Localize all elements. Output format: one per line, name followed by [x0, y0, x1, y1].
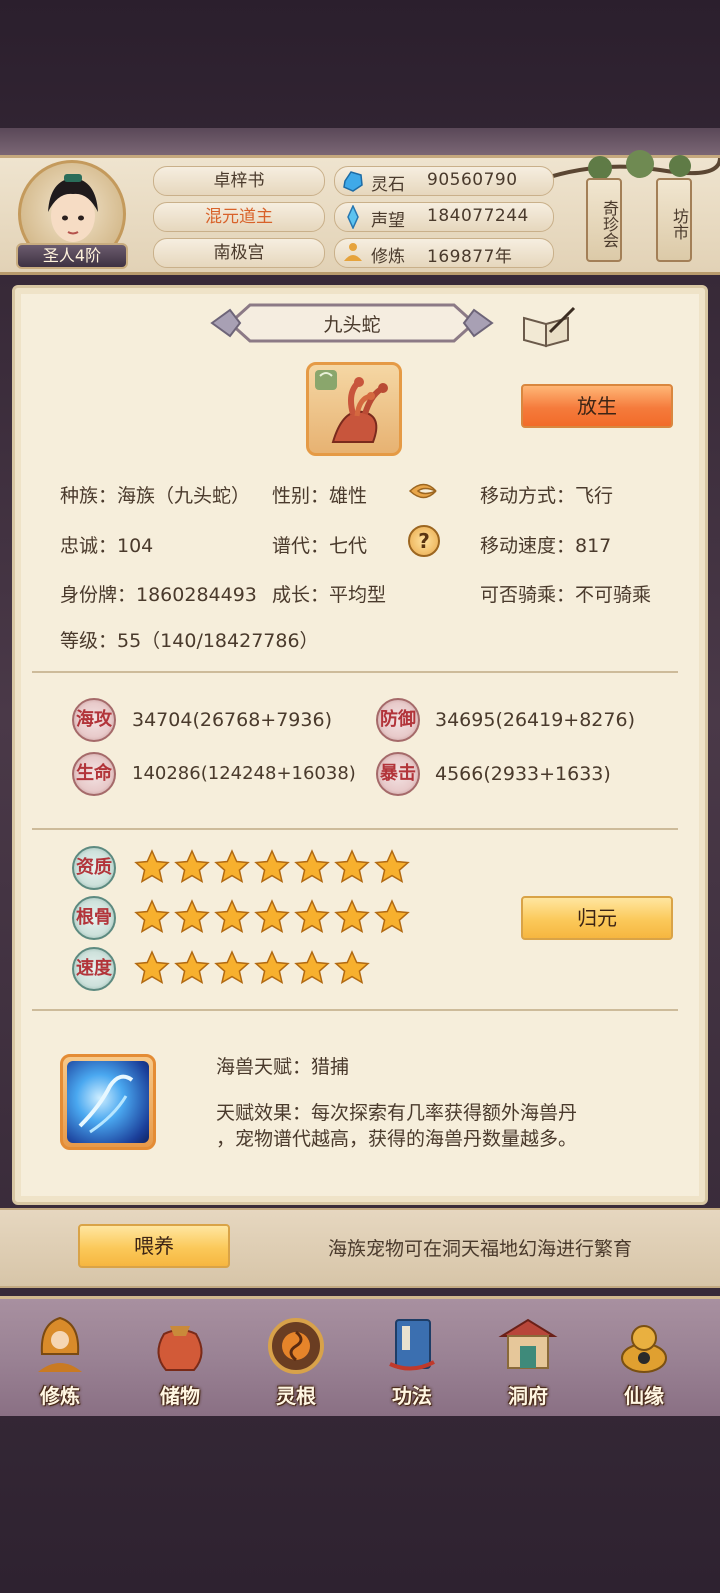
avatar-portrait-icon — [48, 174, 98, 242]
resource-reputation: 声望 184077244 — [334, 202, 554, 232]
pet-loyalty: 忠诚：104 — [60, 535, 154, 557]
gender-swap-icon[interactable] — [406, 476, 440, 506]
aptitude-badge: 资质 — [72, 846, 116, 890]
player-title: 混元道主 — [153, 202, 325, 232]
hunt-swirl-icon — [78, 1074, 134, 1134]
stat-value: 140286(124248+16038) — [132, 763, 356, 784]
cave-mansion-icon — [498, 1318, 558, 1369]
market-button[interactable]: 坊市 — [656, 178, 692, 262]
divider — [32, 828, 678, 830]
feed-button[interactable]: 喂养 — [78, 1224, 230, 1268]
divider — [32, 671, 678, 673]
stat-value: 4566(2933+1633) — [435, 763, 611, 785]
stat-badge: 暴击 — [376, 752, 420, 796]
nav-spirit-root[interactable]: 灵根 — [240, 1296, 352, 1416]
storage-bag-icon — [157, 1326, 203, 1371]
nav-label: 仙缘 — [624, 1384, 664, 1408]
star-icon — [174, 849, 210, 884]
nav-technique[interactable]: 功法 — [356, 1296, 468, 1416]
stat-badge: 防御 — [376, 698, 420, 742]
cultivate-icon — [38, 1316, 82, 1372]
star-icon — [134, 899, 170, 934]
pet-handbook-icon[interactable] — [520, 306, 576, 348]
pet-name: 九头蛇 — [323, 314, 381, 336]
stat-badge: 海攻 — [72, 698, 116, 742]
stat-value: 34704(26768+7936) — [132, 709, 332, 731]
player-sect: 南极宫 — [153, 238, 325, 268]
pet-id-card: 身份牌：1860284493 — [60, 584, 257, 606]
rank-badge: 圣人4阶 — [16, 243, 128, 269]
nav-label: 洞府 — [508, 1384, 548, 1408]
stat-badge: 生命 — [72, 752, 116, 796]
pet-species: 种族：海族（九头蛇） — [60, 485, 251, 507]
nav-label: 灵根 — [276, 1384, 316, 1408]
star-icon — [294, 950, 330, 985]
talent-effect-line1: 天赋效果：每次探索有几率获得额外海兽丹 — [216, 1102, 578, 1124]
star-icon — [214, 950, 250, 985]
breeding-note: 海族宠物可在洞天福地幻海进行繁育 — [328, 1238, 633, 1260]
aptitude-badge: 速度 — [72, 947, 116, 991]
stat-value: 34695(26419+8276) — [435, 709, 635, 731]
star-icon — [214, 849, 250, 884]
talent-name: 海兽天赋：猎捕 — [216, 1056, 350, 1078]
pet-gender: 性别：雄性 — [272, 485, 368, 507]
star-icon — [254, 950, 290, 985]
star-icon — [374, 899, 410, 934]
resource-value: 169877年 — [427, 247, 513, 267]
nav-label: 功法 — [392, 1384, 432, 1408]
star-icon — [294, 849, 330, 884]
star-icon — [374, 849, 410, 884]
talent-effect-line2: ，宠物谱代越高，获得的海兽丹数量越多。 — [216, 1128, 578, 1150]
resource-spirit-stone: 灵石 90560790 — [334, 166, 554, 196]
nav-immortal-fate[interactable]: 仙缘 — [588, 1296, 700, 1416]
star-icon — [334, 899, 370, 934]
pet-growth: 成长：平均型 — [272, 584, 387, 606]
resource-label: 声望 — [371, 211, 405, 231]
resource-cultivation: 修炼 169877年 — [334, 238, 554, 268]
treasure-fair-button[interactable]: 奇珍会 — [586, 178, 622, 262]
pet-level: 等级：55（140/18427786） — [60, 630, 319, 652]
nav-cultivate[interactable]: 修炼 — [4, 1296, 116, 1416]
nav-storage[interactable]: 储物 — [124, 1296, 236, 1416]
resource-value: 90560790 — [427, 170, 518, 190]
pet-move-speed: 移动速度：817 — [480, 535, 612, 557]
spirit-root-icon — [268, 1318, 324, 1374]
pet-rideable: 可否骑乘：不可骑乘 — [480, 584, 652, 606]
pet-move-type: 移动方式：飞行 — [480, 485, 614, 507]
pine-branch-icon — [540, 150, 720, 182]
reputation-icon — [347, 205, 359, 229]
hydra-icon — [315, 370, 388, 443]
star-icon — [174, 950, 210, 985]
resource-label: 灵石 — [371, 175, 405, 195]
reset-button[interactable]: 归元 — [521, 896, 673, 940]
cultivation-icon — [344, 243, 362, 261]
divider — [32, 1009, 678, 1011]
nav-label: 修炼 — [40, 1384, 80, 1408]
nav-label: 储物 — [160, 1384, 200, 1408]
pet-generation: 谱代：七代 — [272, 535, 368, 557]
player-name: 卓梓书 — [153, 166, 325, 196]
star-icon — [254, 899, 290, 934]
help-icon[interactable]: ? — [408, 525, 440, 557]
release-button[interactable]: 放生 — [521, 384, 673, 428]
aptitude-badge: 根骨 — [72, 896, 116, 940]
immortal-fate-icon — [621, 1325, 667, 1373]
star-icon — [254, 849, 290, 884]
star-icon — [134, 849, 170, 884]
star-icon — [294, 899, 330, 934]
star-icon — [334, 849, 370, 884]
star-icon — [174, 899, 210, 934]
resource-label: 修炼 — [371, 247, 405, 267]
technique-book-icon — [389, 1319, 435, 1371]
star-icon — [134, 950, 170, 985]
resource-value: 184077244 — [427, 206, 529, 226]
nav-cave-mansion[interactable]: 洞府 — [472, 1296, 584, 1416]
star-icon — [334, 950, 370, 985]
spirit-stone-icon — [343, 171, 363, 192]
star-icon — [214, 899, 250, 934]
